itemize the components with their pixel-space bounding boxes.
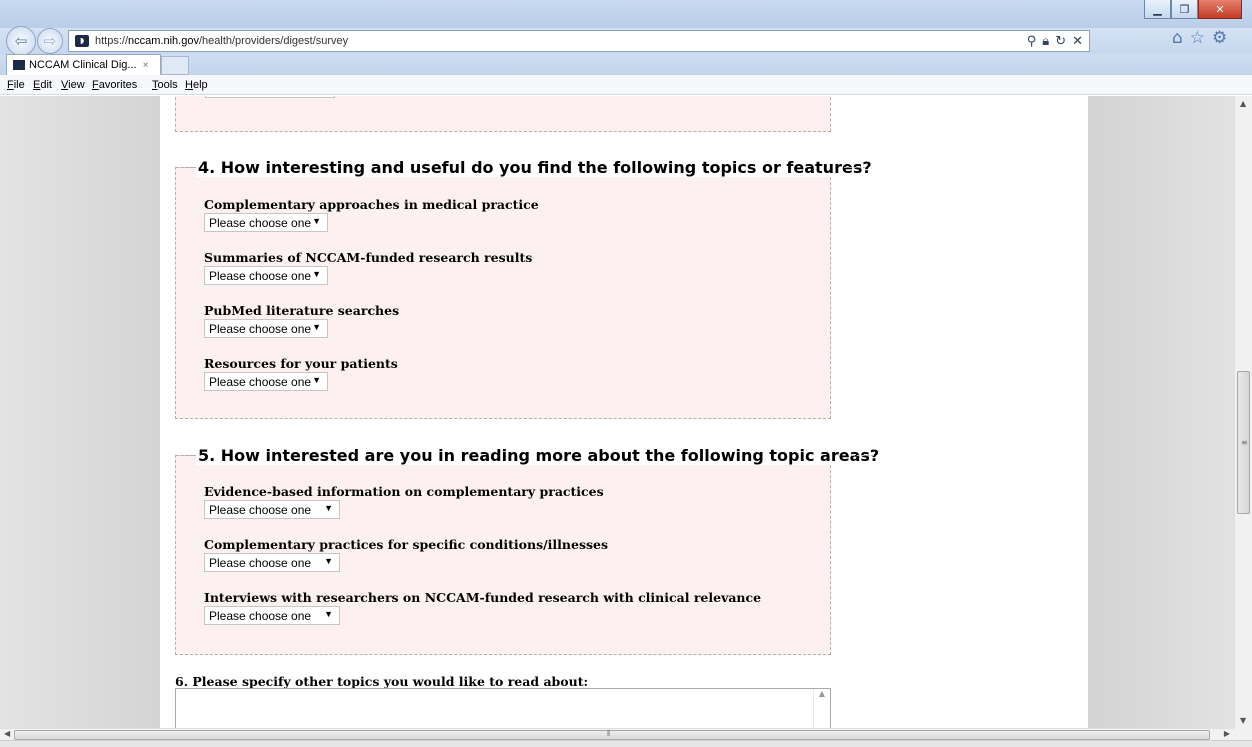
question-6-title: 6. Please specify other topics you would…	[175, 674, 589, 689]
search-icon[interactable]: ⚲	[1027, 34, 1037, 49]
q5-item-3-label: Interviews with researchers on NCCAM-fun…	[204, 590, 762, 605]
menu-bar: File Edit View Favorites Tools Help	[0, 75, 1252, 95]
menu-edit[interactable]: Edit	[33, 79, 52, 91]
question-4-title: 4. How interesting and useful do you fin…	[196, 158, 874, 177]
question-3-fieldset-bottom	[175, 96, 831, 132]
chevron-down-icon: ▼	[312, 269, 321, 279]
horizontal-scrollbar[interactable]: ◀ ⦀ ▶	[0, 728, 1234, 740]
scroll-left-icon[interactable]: ◀	[4, 729, 10, 738]
chevron-down-icon: ▼	[324, 503, 333, 513]
menu-tools[interactable]: Tools	[152, 79, 178, 91]
q5-item-2-label: Complementary practices for specific con…	[204, 537, 609, 552]
page-viewport: 4. How interesting and useful do you fin…	[0, 96, 1234, 728]
scroll-up-icon: ▲	[818, 689, 826, 698]
tab-title: NCCAM Clinical Dig...	[29, 59, 137, 71]
site-favicon-icon: ◗	[75, 35, 89, 47]
lock-icon[interactable]: 🔒︎	[1042, 34, 1049, 49]
menu-view[interactable]: View	[61, 79, 85, 91]
home-icon[interactable]: ⌂	[1172, 28, 1183, 48]
chevron-down-icon: ▼	[312, 216, 321, 226]
scroll-up-icon[interactable]: ▲	[1240, 99, 1246, 108]
question-5-title: 5. How interested are you in reading mor…	[196, 446, 882, 465]
grip-icon: ≡	[1241, 438, 1248, 447]
q5-item-3-select[interactable]: Please choose one ▼	[204, 606, 340, 625]
q5-item-1-select[interactable]: Please choose one ▼	[204, 500, 340, 519]
legend-dots-right	[852, 455, 874, 456]
tab-favicon-icon	[13, 60, 25, 70]
url-field[interactable]: ◗ https://nccam.nih.gov/health/providers…	[68, 30, 1090, 52]
q5-item-1-label: Evidence-based information on complement…	[204, 484, 604, 499]
settings-gear-icon[interactable]: ⚙	[1212, 28, 1227, 48]
status-bar	[0, 740, 1252, 747]
q4-item-1-label: Complementary approaches in medical prac…	[204, 197, 539, 212]
q4-item-4-value: Please choose one	[209, 374, 312, 389]
page-background-left	[0, 96, 160, 728]
address-bar-row: ⇦ ⇨ ◗ https://nccam.nih.gov/health/provi…	[0, 26, 1252, 56]
url-tools: ⚲ 🔒︎ ↻ ✕	[1027, 34, 1083, 49]
q4-item-2-select[interactable]: Please choose one ▼	[204, 266, 328, 285]
q4-item-4-label: Resources for your patients	[204, 356, 398, 371]
minimize-button[interactable]: ▁	[1144, 0, 1171, 19]
question-3-select-partial[interactable]	[205, 96, 335, 98]
grip-icon: ⦀	[607, 729, 611, 738]
restore-button[interactable]: ❐	[1171, 0, 1198, 19]
legend-dots-right	[844, 167, 866, 168]
new-tab-button[interactable]	[161, 56, 189, 75]
q4-item-1-select[interactable]: Please choose one ▼	[204, 213, 328, 232]
url-prefix: https://	[95, 35, 129, 47]
q4-item-3-select[interactable]: Please choose one ▼	[204, 319, 328, 338]
close-window-button[interactable]: ✕	[1198, 0, 1242, 19]
q4-item-4-select[interactable]: Please choose one ▼	[204, 372, 328, 391]
q5-item-3-value: Please choose one	[209, 608, 312, 623]
forward-arrow-icon: ⇨	[43, 32, 57, 50]
scroll-down-icon[interactable]: ▼	[1240, 716, 1246, 725]
url-path: /health/providers/digest/survey	[198, 35, 349, 47]
q4-item-3-value: Please choose one	[209, 321, 312, 336]
q6-textarea[interactable]: ▲	[175, 688, 831, 728]
favorites-star-icon[interactable]: ☆	[1190, 28, 1205, 48]
q4-item-1-value: Please choose one	[209, 215, 312, 230]
url-text[interactable]: https://nccam.nih.gov/health/providers/d…	[95, 35, 348, 47]
vertical-scroll-thumb[interactable]: ≡	[1237, 371, 1250, 514]
q4-item-3-label: PubMed literature searches	[204, 303, 400, 318]
q5-item-1-value: Please choose one	[209, 502, 312, 517]
tab-nccam[interactable]: NCCAM Clinical Dig... ×	[6, 54, 161, 75]
window-titlebar: ▁ ❐ ✕	[0, 0, 1252, 30]
chevron-down-icon: ▼	[324, 556, 333, 566]
stop-icon[interactable]: ✕	[1072, 34, 1083, 49]
q4-item-2-label: Summaries of NCCAM-funded research resul…	[204, 250, 533, 265]
q5-item-2-value: Please choose one	[209, 555, 312, 570]
chevron-down-icon: ▼	[312, 322, 321, 332]
scrollbar-corner	[1234, 728, 1252, 740]
window-controls: ▁ ❐ ✕	[1144, 0, 1242, 19]
back-button[interactable]: ⇦	[6, 26, 36, 56]
back-arrow-icon: ⇦	[14, 32, 28, 50]
menu-favorites[interactable]: Favorites	[92, 79, 137, 91]
survey-content: 4. How interesting and useful do you fin…	[160, 96, 1088, 728]
browser-toolbar-icons: ⌂ ☆ ⚙	[1172, 28, 1227, 48]
menu-file[interactable]: File	[7, 79, 25, 91]
tab-close-icon[interactable]: ×	[143, 60, 149, 71]
refresh-icon[interactable]: ↻	[1055, 34, 1066, 49]
question-4-fieldset: 4. How interesting and useful do you fin…	[175, 158, 874, 419]
scroll-right-icon[interactable]: ▶	[1224, 729, 1230, 738]
menu-help[interactable]: Help	[185, 79, 208, 91]
tab-bar: NCCAM Clinical Dig... ×	[0, 54, 1252, 75]
vertical-scrollbar[interactable]: ▲ ≡ ▼	[1234, 96, 1252, 728]
q4-item-2-value: Please choose one	[209, 268, 312, 283]
textarea-scrollbar[interactable]: ▲	[813, 689, 830, 728]
chevron-down-icon: ▼	[324, 609, 333, 619]
question-5-fieldset: 5. How interested are you in reading mor…	[175, 446, 882, 655]
page-background-right	[1088, 96, 1234, 728]
q5-item-2-select[interactable]: Please choose one ▼	[204, 553, 340, 572]
horizontal-scroll-thumb[interactable]: ⦀	[14, 729, 1210, 740]
forward-button[interactable]: ⇨	[37, 28, 63, 54]
chevron-down-icon: ▼	[312, 375, 321, 385]
url-host: nccam.nih.gov	[128, 35, 199, 47]
